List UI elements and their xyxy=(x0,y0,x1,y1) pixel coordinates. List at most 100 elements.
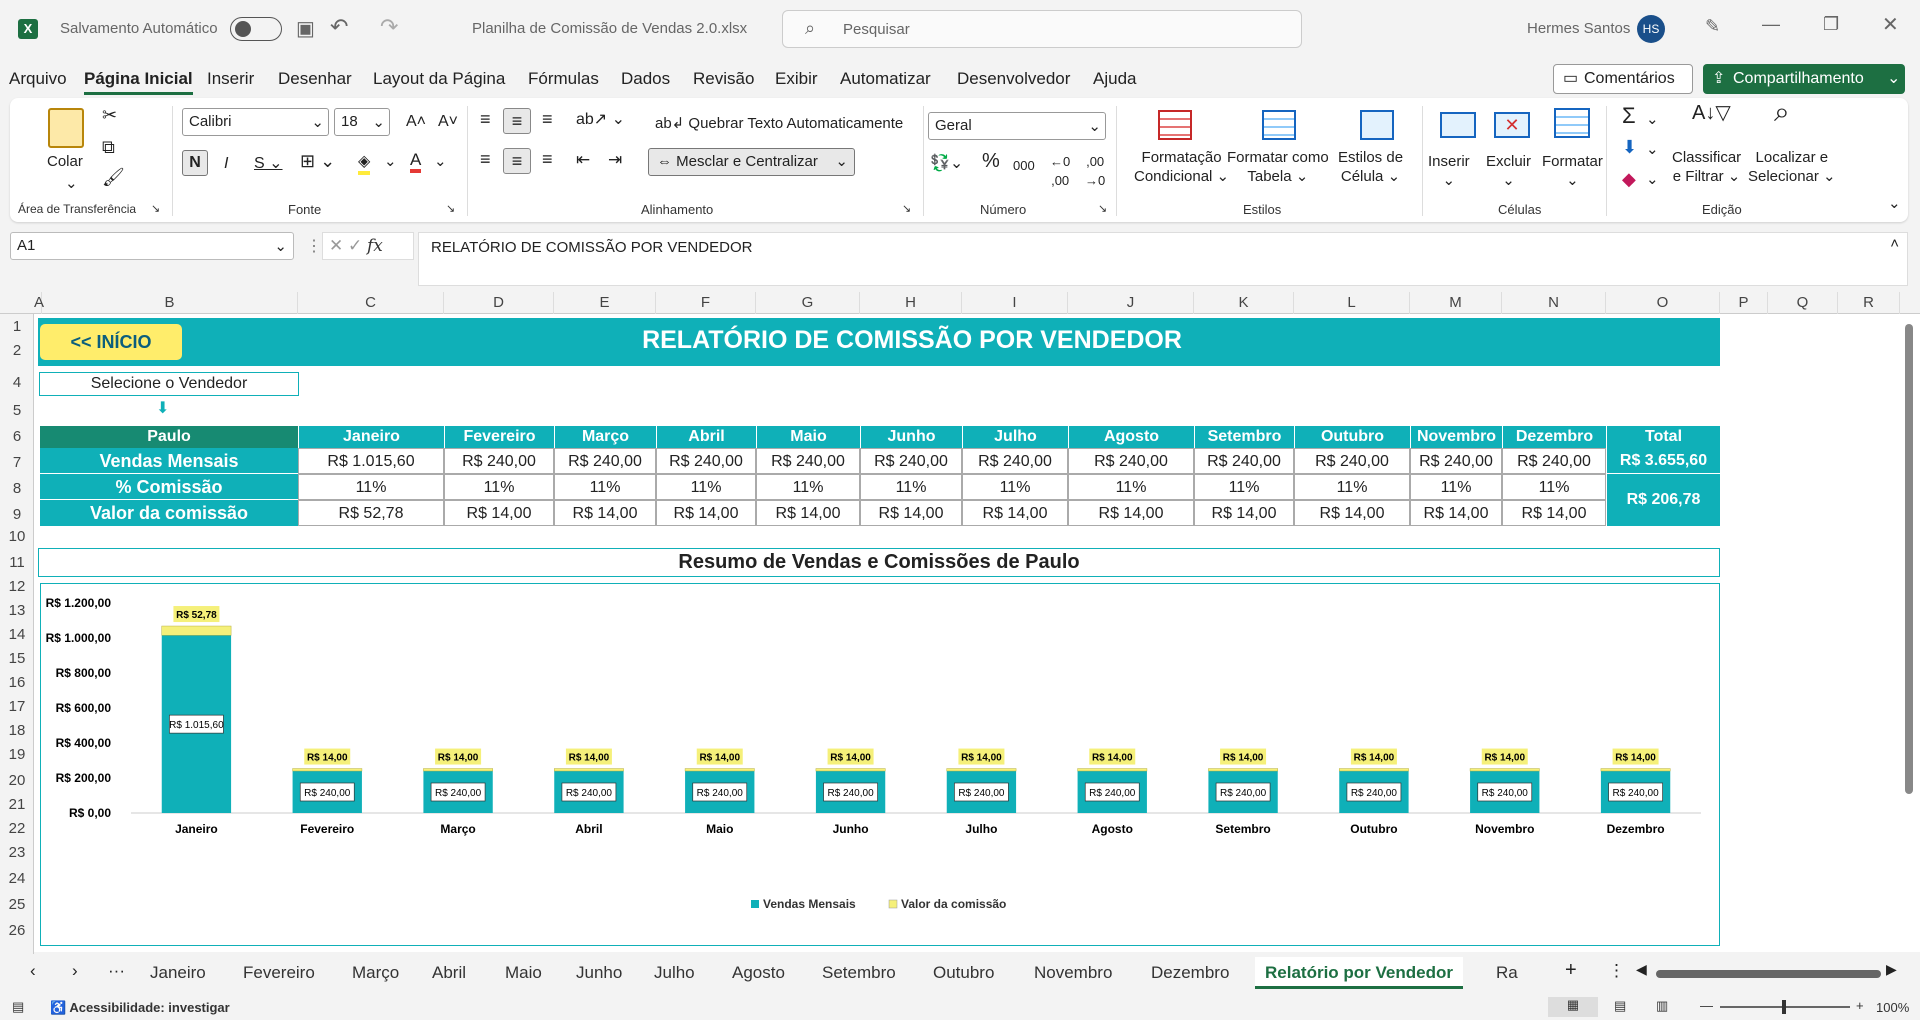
more-icon[interactable]: ⋮ xyxy=(306,236,322,256)
delete-cells-icon[interactable]: ✕ xyxy=(1494,112,1530,138)
prev-sheet-icon[interactable]: ‹ xyxy=(30,961,36,981)
menu-dados[interactable]: Dados xyxy=(621,69,670,89)
column-header[interactable]: F xyxy=(656,292,756,314)
sort-filter-icon[interactable]: A↓▽ xyxy=(1692,103,1731,123)
align-right-icon[interactable]: ≡ xyxy=(542,150,553,169)
column-header[interactable]: Q xyxy=(1768,292,1838,314)
search-box[interactable]: ⌕ Pesquisar xyxy=(782,10,1302,48)
increase-indent-icon[interactable]: ⇥ xyxy=(608,150,622,169)
column-header[interactable]: B xyxy=(42,292,298,314)
column-header[interactable]: R xyxy=(1838,292,1900,314)
chevron-down-icon[interactable]: ⌄ xyxy=(434,152,447,171)
row-header[interactable]: 8 xyxy=(0,480,34,497)
sort-filter-button[interactable]: Classificar e Filtrar ⌄ xyxy=(1672,148,1741,186)
clear-icon[interactable]: ◆ xyxy=(1622,170,1636,189)
find-select-icon[interactable]: ⌕ xyxy=(1774,98,1790,126)
column-header[interactable]: C xyxy=(298,292,444,314)
chevron-down-icon[interactable]: ⌄ xyxy=(65,174,78,193)
align-left-icon[interactable]: ≡ xyxy=(480,150,491,169)
column-header[interactable]: K xyxy=(1194,292,1294,314)
sheet-tab-7[interactable]: Agosto xyxy=(732,963,785,983)
next-sheet-icon[interactable]: › xyxy=(72,961,78,981)
font-size-select[interactable]: 18 ⌄ xyxy=(334,108,390,136)
undo-icon[interactable]: ↶ xyxy=(330,14,348,40)
sheet-tab-4[interactable]: Maio xyxy=(505,963,542,983)
sheet-tab-13[interactable]: Ra xyxy=(1496,963,1518,983)
menu-pagina-inicial[interactable]: Página Inicial xyxy=(84,69,193,95)
sheet-tab-11[interactable]: Dezembro xyxy=(1151,963,1229,983)
format-cells-button[interactable]: Formatar ⌄ xyxy=(1542,152,1603,190)
dialog-launcher-icon[interactable]: ↘ xyxy=(446,202,455,215)
page-break-icon[interactable]: ▥ xyxy=(1656,998,1668,1014)
function-icon[interactable]: fx xyxy=(367,236,383,256)
row-header[interactable]: 7 xyxy=(0,454,34,471)
accessibility-status[interactable]: ♿ Acessibilidade: investigar xyxy=(50,1000,230,1016)
menu-revisao[interactable]: Revisão xyxy=(693,69,754,89)
row-header[interactable]: 24 xyxy=(0,870,34,887)
menu-automatizar[interactable]: Automatizar xyxy=(840,69,931,89)
chevron-down-icon[interactable]: ⌄ xyxy=(384,152,397,171)
format-painter-icon[interactable]: 🖌 xyxy=(102,168,125,187)
horizontal-scrollbar[interactable]: ◀ ▶ xyxy=(1636,961,1900,981)
menu-arquivo[interactable]: Arquivo xyxy=(9,69,67,89)
decrease-font-icon[interactable]: A˅ xyxy=(438,112,458,131)
row-header[interactable]: 11 xyxy=(0,554,34,571)
row-header[interactable]: 26 xyxy=(0,922,34,939)
maximize-icon[interactable]: ❐ xyxy=(1823,14,1839,35)
add-sheet-icon[interactable]: + xyxy=(1565,959,1577,982)
row-header[interactable]: 12 xyxy=(0,578,34,595)
column-header[interactable]: L xyxy=(1294,292,1410,314)
row-header[interactable]: 6 xyxy=(0,428,34,445)
align-top-icon[interactable]: ≡ xyxy=(480,110,491,129)
zoom-in-icon[interactable]: + xyxy=(1856,998,1864,1013)
align-bottom-icon[interactable]: ≡ xyxy=(542,110,553,129)
row-header[interactable]: 9 xyxy=(0,506,34,523)
column-header[interactable]: P xyxy=(1720,292,1768,314)
sheet-tab-10[interactable]: Novembro xyxy=(1034,963,1112,983)
row-header[interactable]: 14 xyxy=(0,626,34,643)
row-header[interactable]: 2 xyxy=(0,342,34,359)
currency-icon[interactable]: 💱⌄ xyxy=(930,154,963,173)
menu-formulas[interactable]: Fórmulas xyxy=(528,69,599,89)
row-header[interactable]: 13 xyxy=(0,602,34,619)
paste-button[interactable]: Colar xyxy=(47,152,83,171)
italic-button[interactable]: I xyxy=(224,154,228,173)
zoom-slider[interactable] xyxy=(1720,1000,1850,1014)
sheet-tab-9[interactable]: Outubro xyxy=(933,963,994,983)
fill-color-icon[interactable]: ◈ xyxy=(358,152,371,175)
copy-icon[interactable]: ⧉ xyxy=(102,138,115,157)
row-header[interactable]: 20 xyxy=(0,772,34,789)
insert-cells-icon[interactable] xyxy=(1440,112,1476,138)
chart-area[interactable]: R$ 0,00 R$ 200,00 R$ 400,00 R$ 600,00 R$ 800… xyxy=(40,583,1720,946)
find-select-button[interactable]: Localizar e Selecionar ⌄ xyxy=(1748,148,1836,186)
zoom-out-icon[interactable]: — xyxy=(1700,998,1713,1013)
row-header[interactable]: 1 xyxy=(0,318,34,335)
wrap-text-button[interactable]: ab↲ Quebrar Texto Automaticamente xyxy=(655,114,903,133)
chevron-up-icon[interactable]: ˄ xyxy=(1890,235,1899,252)
menu-desenhar[interactable]: Desenhar xyxy=(278,69,352,89)
more-sheets-icon[interactable]: ··· xyxy=(108,961,125,981)
sheet-tab-1[interactable]: Fevereiro xyxy=(243,963,315,983)
sheet-tab-5[interactable]: Junho xyxy=(576,963,622,983)
delete-cells-button[interactable]: Excluir ⌄ xyxy=(1486,152,1531,190)
row-header[interactable]: 25 xyxy=(0,896,34,913)
row-header[interactable]: 17 xyxy=(0,698,34,715)
menu-layout[interactable]: Layout da Página xyxy=(373,69,505,89)
file-name[interactable]: Planilha de Comissão de Vendas 2.0.xlsx xyxy=(472,20,747,37)
menu-exibir[interactable]: Exibir xyxy=(775,69,818,89)
row-header[interactable]: 23 xyxy=(0,844,34,861)
chevron-down-icon[interactable]: ⌄ xyxy=(1646,110,1659,129)
home-button[interactable]: << INÍCIO xyxy=(40,324,182,360)
dialog-launcher-icon[interactable]: ↘ xyxy=(1098,202,1107,215)
column-header[interactable]: M xyxy=(1410,292,1502,314)
close-icon[interactable]: ✕ xyxy=(1882,12,1899,37)
autosum-icon[interactable]: Σ xyxy=(1622,105,1636,127)
formula-input[interactable]: RELATÓRIO DE COMISSÃO POR VENDEDOR ˄ xyxy=(418,232,1908,286)
column-header[interactable]: E xyxy=(554,292,656,314)
user-name[interactable]: Hermes Santos xyxy=(1527,20,1630,37)
row-header[interactable]: 19 xyxy=(0,746,34,763)
clipboard-icon[interactable] xyxy=(48,108,84,148)
thousands-icon[interactable]: 000 xyxy=(1013,156,1035,175)
decrease-indent-icon[interactable]: ⇤ xyxy=(576,150,590,169)
percent-icon[interactable]: % xyxy=(982,151,1000,171)
